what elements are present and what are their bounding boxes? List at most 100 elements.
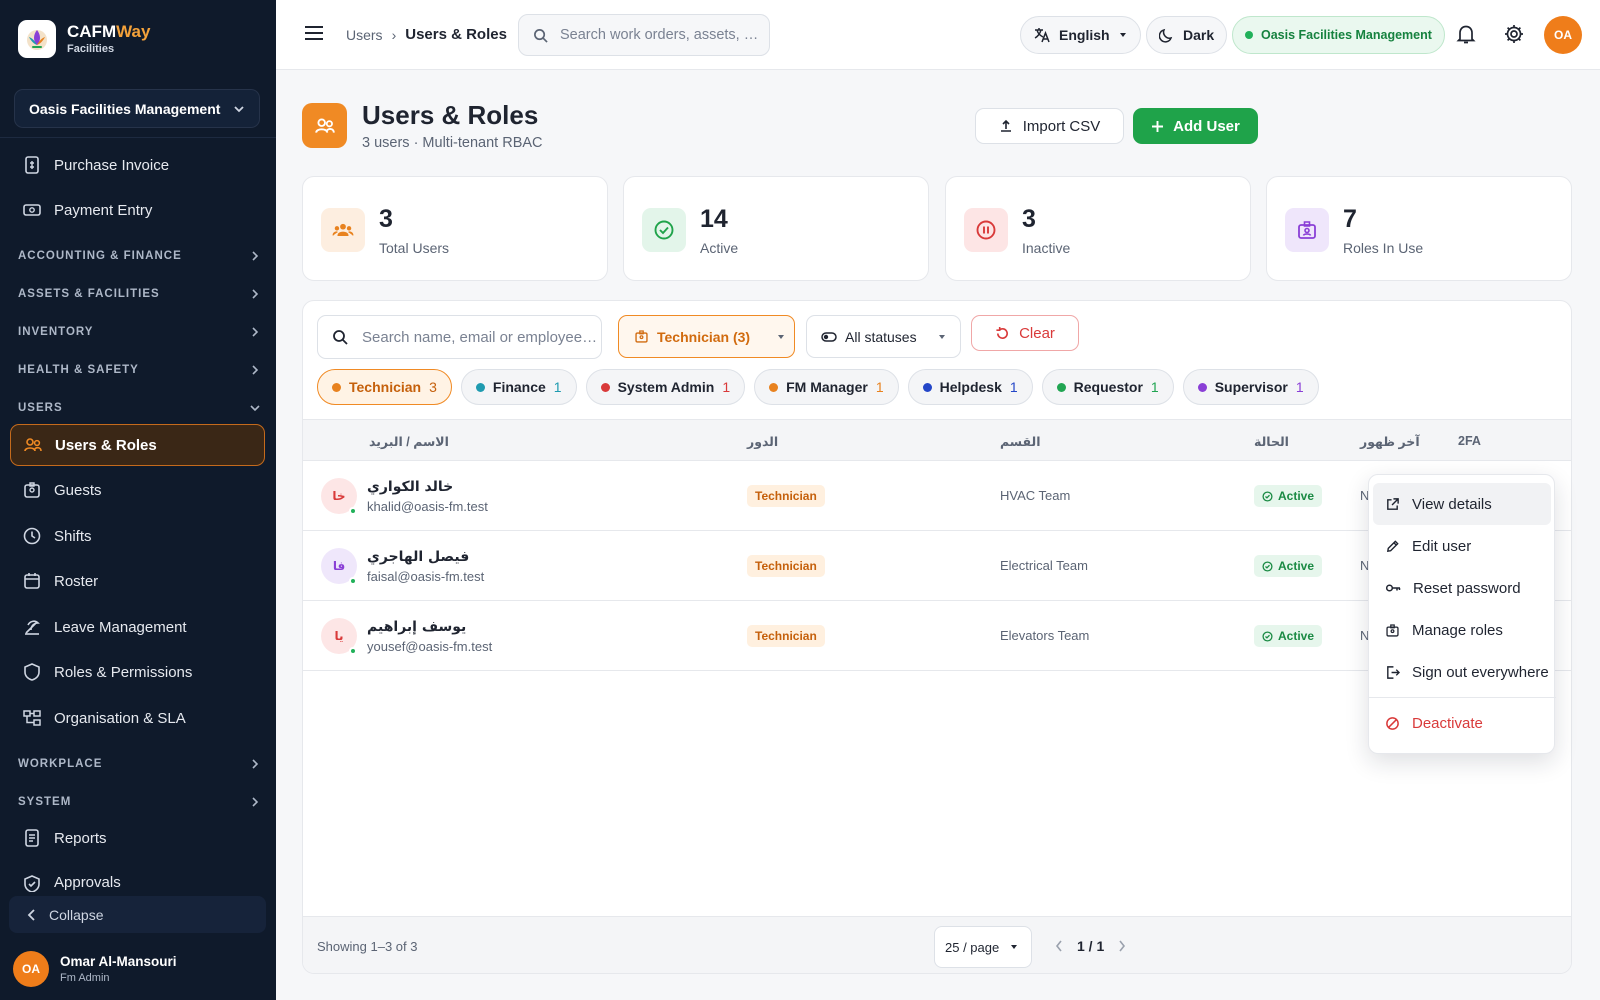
role-chip[interactable]: Requestor 1 [1041, 369, 1174, 405]
nav-section-assets[interactable]: ASSETS & FACILITIES [18, 288, 260, 300]
sidebar-item-approvals[interactable]: Approvals [10, 864, 265, 892]
caret-down-icon [778, 334, 785, 339]
status-filter-select[interactable]: All statuses [806, 315, 961, 358]
pause-circle-icon [964, 208, 1008, 252]
role-chip[interactable]: Supervisor 1 [1182, 369, 1319, 405]
role-filter-select[interactable]: Technician (3) [618, 315, 795, 358]
user-name[interactable]: فيصل الهاجري [367, 549, 469, 565]
status-dot [1245, 31, 1253, 39]
role-chip[interactable]: FM Manager 1 [754, 369, 899, 405]
role-chip-count: 1 [1295, 379, 1304, 395]
menu-reset-password[interactable]: Reset password [1373, 567, 1551, 609]
per-page-select[interactable]: 25 / page [934, 926, 1032, 968]
header-dept[interactable]: القسم [1000, 434, 1041, 449]
theme-toggle[interactable]: Dark [1146, 16, 1228, 54]
section-label: ASSETS & FACILITIES [18, 288, 160, 300]
role-chip[interactable]: System Admin 1 [585, 369, 746, 405]
chevron-right-icon[interactable] [1118, 940, 1126, 952]
menu-sign-out-everywhere[interactable]: Sign out everywhere [1373, 651, 1551, 693]
section-label: USERS [18, 402, 63, 414]
bell-icon[interactable] [1456, 23, 1476, 50]
gear-icon[interactable] [1503, 23, 1525, 50]
role-chip-label: FM Manager [786, 379, 868, 395]
users-icon [302, 103, 347, 148]
header-status[interactable]: الحالة [1254, 434, 1289, 449]
language-select[interactable]: English [1020, 16, 1141, 54]
tenant-select[interactable]: Oasis Facilities Management [14, 89, 260, 128]
stat-value: 3 [1022, 205, 1036, 233]
tenant-badge[interactable]: Oasis Facilities Management [1232, 16, 1445, 54]
menu-deactivate[interactable]: Deactivate [1373, 702, 1551, 744]
breadcrumb-current: Users & Roles [405, 26, 507, 43]
collapse-button[interactable]: Collapse [9, 896, 266, 933]
plus-icon [1152, 120, 1164, 132]
sidebar-item-roster[interactable]: Roster [10, 561, 265, 601]
header-2fa[interactable]: 2FA [1458, 434, 1481, 448]
import-csv-button[interactable]: Import CSV [975, 108, 1124, 144]
clear-label: Clear [1019, 324, 1055, 342]
nav-section-system[interactable]: SYSTEM [18, 796, 260, 808]
stat-label: Roles In Use [1343, 240, 1424, 256]
role-chip[interactable]: Technician 3 [317, 369, 452, 405]
status-label: Active [1278, 629, 1315, 643]
brand[interactable]: CAFMWay Facilities [18, 20, 150, 58]
user-name[interactable]: خالد الكواري [367, 479, 453, 495]
sidebar-item-payment-entry[interactable]: Payment Entry [10, 190, 265, 230]
check-shield-icon [24, 875, 40, 892]
report-icon [25, 829, 39, 847]
search-placeholder: Search name, email or employee… [362, 328, 598, 346]
search-placeholder: Search work orders, assets, … [560, 27, 759, 43]
row-actions-menu: View details Edit user Reset password Ma… [1368, 474, 1556, 754]
nav-section-workplace[interactable]: WORKPLACE [18, 758, 260, 770]
header-name[interactable]: الاسم / البريد [369, 434, 449, 449]
role-chip-label: System Admin [617, 379, 715, 395]
sidebar-item-guests[interactable]: Guests [10, 470, 265, 510]
menu-label: Sign out everywhere [1412, 663, 1549, 681]
sidebar-item-roles-permissions[interactable]: Roles & Permissions [10, 652, 265, 692]
add-user-button[interactable]: Add User [1133, 108, 1258, 144]
header-role[interactable]: الدور [747, 434, 778, 449]
logout-icon [1387, 665, 1400, 679]
sidebar-item-users-roles[interactable]: Users & Roles [10, 424, 265, 466]
role-chip-count: 3 [429, 379, 437, 395]
role-chip[interactable]: Finance 1 [460, 369, 577, 405]
brand-name: CAFMWay [67, 22, 151, 41]
sidebar-item-reports[interactable]: Reports [10, 818, 265, 858]
nav-section-accounting[interactable]: ACCOUNTING & FINANCE [18, 250, 260, 262]
chevron-left-icon[interactable] [1055, 940, 1063, 952]
user-email: yousef@oasis-fm.test [367, 639, 493, 654]
stat-card-inactive: 3 Inactive [945, 176, 1251, 281]
header-last-seen[interactable]: آخر ظهور [1360, 434, 1420, 449]
global-search-input[interactable]: Search work orders, assets, … [518, 14, 770, 56]
status-label: Active [1278, 489, 1315, 503]
user-search-input[interactable]: Search name, email or employee… [317, 315, 602, 359]
nav-section-health[interactable]: HEALTH & SAFETY [18, 364, 260, 376]
badge-icon [1386, 623, 1399, 637]
menu-toggle-icon[interactable] [304, 24, 324, 47]
page-title: Users & Roles [362, 100, 539, 130]
nav-section-inventory[interactable]: INVENTORY [18, 326, 260, 338]
role-chip[interactable]: Helpdesk 1 [907, 369, 1033, 405]
sidebar-item-shifts[interactable]: Shifts [10, 516, 265, 556]
menu-edit-user[interactable]: Edit user [1373, 525, 1551, 567]
sidebar-item-label: Shifts [54, 527, 92, 545]
avatar[interactable]: OA [1544, 16, 1582, 54]
stat-value: 7 [1343, 205, 1357, 233]
stat-card-active: 14 Active [623, 176, 929, 281]
menu-view-details[interactable]: View details [1373, 483, 1551, 525]
collapse-label: Collapse [49, 906, 104, 923]
user-name[interactable]: يوسف إبراهيم [367, 619, 466, 635]
menu-manage-roles[interactable]: Manage roles [1373, 609, 1551, 651]
nav-section-users[interactable]: USERS [18, 402, 260, 414]
sidebar-item-purchase-invoice[interactable]: Purchase Invoice [10, 145, 265, 185]
calendar-icon [24, 573, 40, 589]
clear-filters-button[interactable]: Clear [971, 315, 1079, 351]
chevron-down-icon [234, 105, 244, 112]
stat-value: 14 [700, 205, 728, 233]
breadcrumb-parent[interactable]: Users [346, 27, 383, 43]
sidebar-item-organisation-sla[interactable]: Organisation & SLA [10, 698, 265, 738]
department: Elevators Team [1000, 628, 1090, 643]
sidebar-user[interactable]: OA Omar Al-Mansouri Fm Admin [13, 951, 177, 987]
sidebar-item-leave[interactable]: Leave Management [10, 607, 265, 647]
org-chart-icon [23, 710, 41, 726]
